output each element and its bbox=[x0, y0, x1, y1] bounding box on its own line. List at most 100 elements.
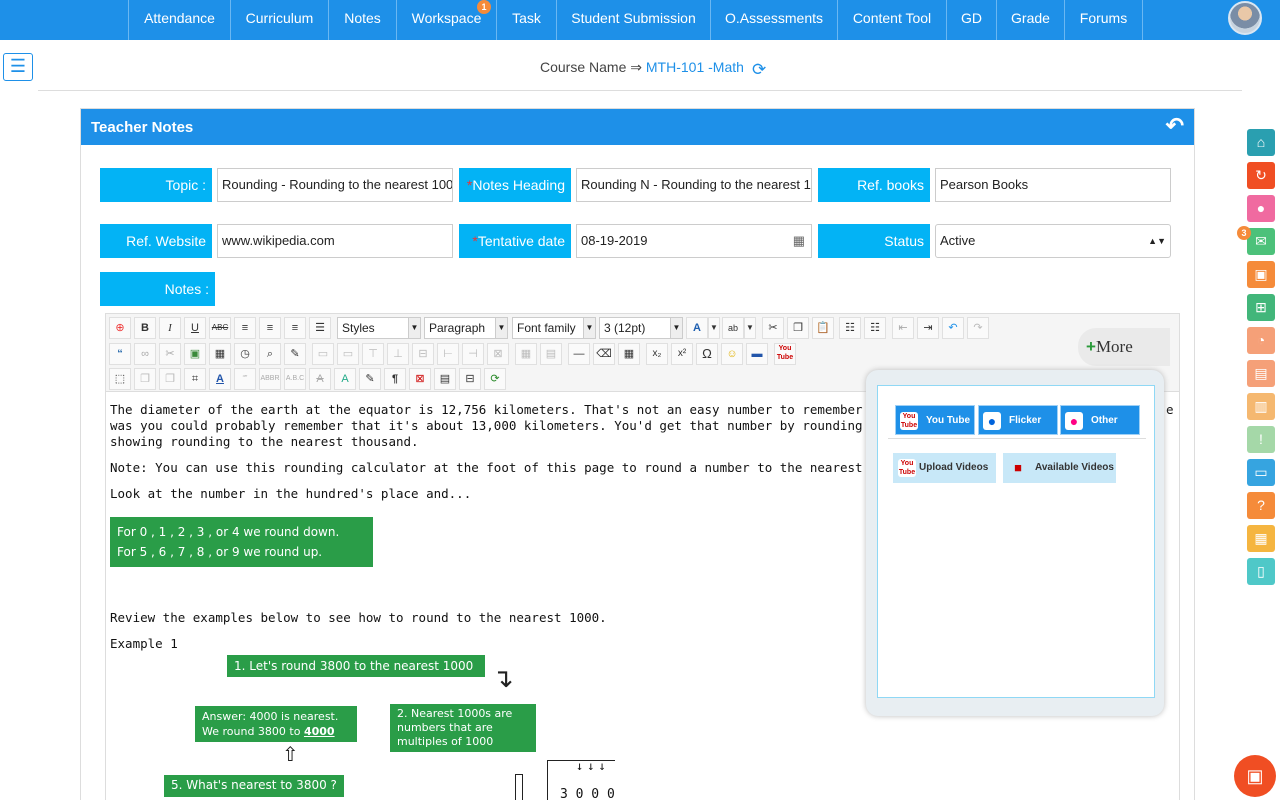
tab-o-assessments[interactable]: O.Assessments bbox=[710, 0, 837, 40]
youtube-button[interactable]: You Tube You Tube bbox=[895, 405, 975, 435]
preview-icon[interactable]: ⌕ bbox=[259, 343, 281, 365]
cut-icon[interactable]: ✂ bbox=[762, 317, 784, 339]
spellcheck-icon[interactable]: A bbox=[209, 368, 231, 390]
font-family-dropdown[interactable]: Font family ▼ bbox=[512, 317, 596, 339]
absolute-icon[interactable]: ❐ bbox=[134, 368, 156, 390]
table-icon[interactable]: ▦ bbox=[618, 343, 640, 365]
template-icon[interactable]: ▤ bbox=[434, 368, 456, 390]
link-icon[interactable]: ∞ bbox=[134, 343, 156, 365]
underline-button[interactable]: U bbox=[184, 317, 206, 339]
tab-content-tool[interactable]: Content Tool bbox=[837, 0, 946, 40]
tentative-date-input[interactable]: 08-19-2019 ▦ bbox=[576, 224, 812, 258]
status-select[interactable]: Active ▲▼ bbox=[935, 224, 1171, 258]
sidebar-list-icon[interactable]: ▤ bbox=[1247, 360, 1275, 387]
acronym-icon[interactable]: A.B.C bbox=[284, 368, 306, 390]
back-arrow-icon[interactable]: ↶ bbox=[1166, 115, 1184, 137]
subscript-icon[interactable]: x₂ bbox=[646, 343, 668, 365]
tab-task[interactable]: Task bbox=[496, 0, 556, 40]
table-row-icon[interactable]: ▭ bbox=[312, 343, 334, 365]
sidebar-refresh-icon[interactable]: ↻ bbox=[1247, 162, 1275, 189]
align-center-icon[interactable]: ≡ bbox=[259, 317, 281, 339]
page-break-icon[interactable]: ⊟ bbox=[459, 368, 481, 390]
ins-icon[interactable]: A bbox=[334, 368, 356, 390]
insert-time-icon[interactable]: ◷ bbox=[234, 343, 256, 365]
youtube-icon[interactable]: You Tube bbox=[774, 343, 796, 365]
attributes-icon[interactable]: ✎ bbox=[359, 368, 381, 390]
sidebar-calendar-icon[interactable]: ▦ bbox=[1247, 525, 1275, 552]
other-button[interactable]: ● Other bbox=[1060, 405, 1140, 435]
del-icon[interactable]: A bbox=[309, 368, 331, 390]
layer-icon[interactable]: ❐ bbox=[159, 368, 181, 390]
insert-row-before-icon[interactable]: ⊤ bbox=[362, 343, 384, 365]
chevron-down-icon[interactable]: ▼ bbox=[744, 317, 756, 339]
sidebar-compass-icon[interactable]: ◔ bbox=[1247, 327, 1275, 354]
font-size-dropdown[interactable]: 3 (12pt) ▼ bbox=[599, 317, 683, 339]
blockquote-icon[interactable]: “ bbox=[109, 343, 131, 365]
tab-notes[interactable]: Notes bbox=[328, 0, 396, 40]
sidebar-book-icon[interactable]: ▯ bbox=[1247, 558, 1275, 585]
superscript-icon[interactable]: x² bbox=[671, 343, 693, 365]
text-color-icon[interactable]: A bbox=[686, 317, 708, 339]
align-justify-icon[interactable]: ☰ bbox=[309, 317, 331, 339]
more-button[interactable]: +More bbox=[1078, 328, 1170, 366]
topic-input[interactable]: Rounding - Rounding to the nearest 1000 bbox=[217, 168, 453, 202]
select-all-icon[interactable]: ⬚ bbox=[109, 368, 131, 390]
paragraph-dropdown[interactable]: Paragraph ▼ bbox=[424, 317, 508, 339]
help-icon[interactable]: ⊕ bbox=[109, 317, 131, 339]
media-icon[interactable]: ▬ bbox=[746, 343, 768, 365]
crop-icon[interactable]: ⌗ bbox=[184, 368, 206, 390]
numbered-list-icon[interactable]: ☷ bbox=[864, 317, 886, 339]
sidebar-user-icon[interactable]: ● bbox=[1247, 195, 1275, 222]
outdent-icon[interactable]: ⇤ bbox=[892, 317, 914, 339]
floating-action-button[interactable]: ▣ bbox=[1234, 755, 1276, 797]
table-cell-icon[interactable]: ▭ bbox=[337, 343, 359, 365]
highlight-color-icon[interactable]: ab bbox=[722, 317, 744, 339]
user-avatar[interactable] bbox=[1228, 1, 1262, 35]
strikethrough-button[interactable]: ABC bbox=[209, 317, 231, 339]
emoticon-icon[interactable]: ☺ bbox=[721, 343, 743, 365]
insert-date-icon[interactable]: ▦ bbox=[209, 343, 231, 365]
redo-icon[interactable]: ↷ bbox=[967, 317, 989, 339]
styles-dropdown[interactable]: Styles ▼ bbox=[337, 317, 421, 339]
merge-cells-icon[interactable]: ▤ bbox=[540, 343, 562, 365]
fullscreen-icon[interactable]: ⟳ bbox=[484, 368, 506, 390]
sidebar-chart-icon[interactable]: ▥ bbox=[1247, 393, 1275, 420]
undo-icon[interactable]: ↶ bbox=[942, 317, 964, 339]
indent-icon[interactable]: ⇥ bbox=[917, 317, 939, 339]
course-code[interactable]: MTH-101 -Math bbox=[646, 59, 744, 75]
unlink-icon[interactable]: ✂ bbox=[159, 343, 181, 365]
ref-books-input[interactable]: Pearson Books bbox=[935, 168, 1171, 202]
special-char-icon[interactable]: Ω bbox=[696, 343, 718, 365]
tab-grade[interactable]: Grade bbox=[996, 0, 1064, 40]
image-icon[interactable]: ▣ bbox=[184, 343, 206, 365]
horizontal-rule-icon[interactable]: — bbox=[568, 343, 590, 365]
ref-website-input[interactable]: www.wikipedia.com bbox=[217, 224, 453, 258]
flicker-button[interactable]: ● Flicker bbox=[978, 405, 1058, 435]
sidebar-help-icon[interactable]: ? bbox=[1247, 492, 1275, 519]
available-videos-button[interactable]: ■ Available Videos bbox=[1003, 453, 1116, 483]
align-left-icon[interactable]: ≡ bbox=[234, 317, 256, 339]
menu-toggle-button[interactable]: ☰ bbox=[3, 53, 33, 81]
insert-row-after-icon[interactable]: ⊥ bbox=[387, 343, 409, 365]
edit-icon[interactable]: ✎ bbox=[284, 343, 306, 365]
sidebar-mail-icon[interactable]: ✉ bbox=[1247, 228, 1275, 255]
tab-curriculum[interactable]: Curriculum bbox=[230, 0, 328, 40]
notes-heading-input[interactable]: Rounding N - Rounding to the nearest 100… bbox=[576, 168, 812, 202]
bold-button[interactable]: B bbox=[134, 317, 156, 339]
paste-icon[interactable]: 📋 bbox=[812, 317, 834, 339]
align-right-icon[interactable]: ≡ bbox=[284, 317, 306, 339]
insert-col-after-icon[interactable]: ⊣ bbox=[462, 343, 484, 365]
non-breaking-icon[interactable]: ⊠ bbox=[409, 368, 431, 390]
calendar-icon[interactable]: ▦ bbox=[793, 225, 805, 257]
bullet-list-icon[interactable]: ☷ bbox=[839, 317, 861, 339]
insert-col-before-icon[interactable]: ⊢ bbox=[437, 343, 459, 365]
upload-videos-button[interactable]: You Tube Upload Videos bbox=[893, 453, 996, 483]
tab-student-submission[interactable]: Student Submission bbox=[556, 0, 710, 40]
italic-button[interactable]: I bbox=[159, 317, 181, 339]
delete-col-icon[interactable]: ⊠ bbox=[487, 343, 509, 365]
eraser-icon[interactable]: ⌫ bbox=[593, 343, 615, 365]
sync-icon[interactable]: ⟳ bbox=[752, 60, 766, 80]
sidebar-alert-icon[interactable]: ! bbox=[1247, 426, 1275, 453]
sidebar-profile-icon[interactable]: ▣ bbox=[1247, 261, 1275, 288]
sidebar-folder-icon[interactable]: ▭ bbox=[1247, 459, 1275, 486]
